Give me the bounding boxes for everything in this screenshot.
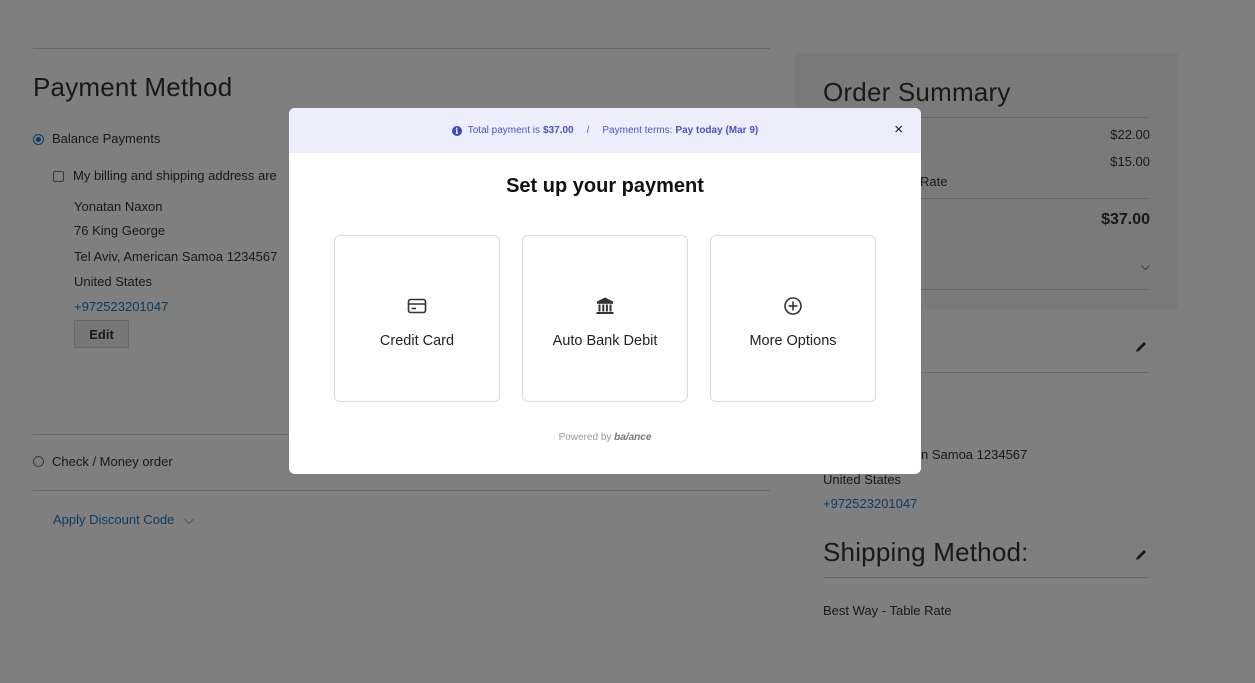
powered-by-label: Powered by [558, 432, 612, 443]
modal-title: Set up your payment [506, 175, 704, 197]
balance-logo: ba/ance [614, 432, 652, 443]
info-icon: i [451, 125, 462, 136]
total-payment-amount: $37.00 [543, 125, 574, 136]
bank-icon [596, 297, 614, 314]
credit-card-label: Credit Card [379, 333, 455, 349]
plus-circle-icon [784, 297, 802, 315]
credit-card-option[interactable]: Credit Card [334, 235, 500, 402]
more-options-option[interactable]: More Options [710, 235, 876, 402]
auto-bank-debit-label: Auto Bank Debit [552, 333, 658, 349]
powered-by: Powered by ba/ance [289, 432, 921, 443]
credit-card-icon [407, 298, 427, 314]
close-icon[interactable]: × [894, 122, 903, 137]
info-separator: / [586, 125, 590, 136]
payment-setup-modal: i Total payment is $37.00 / Payment term… [289, 108, 921, 474]
payment-terms-value: Pay today (Mar 9) [675, 125, 759, 136]
more-options-label: More Options [749, 333, 837, 349]
total-payment-prefix: Total payment is [467, 125, 541, 136]
payment-info-bar: i Total payment is $37.00 / Payment term… [289, 108, 921, 153]
auto-bank-debit-option[interactable]: Auto Bank Debit [522, 235, 688, 402]
payment-terms-prefix: Payment terms: [602, 125, 673, 136]
